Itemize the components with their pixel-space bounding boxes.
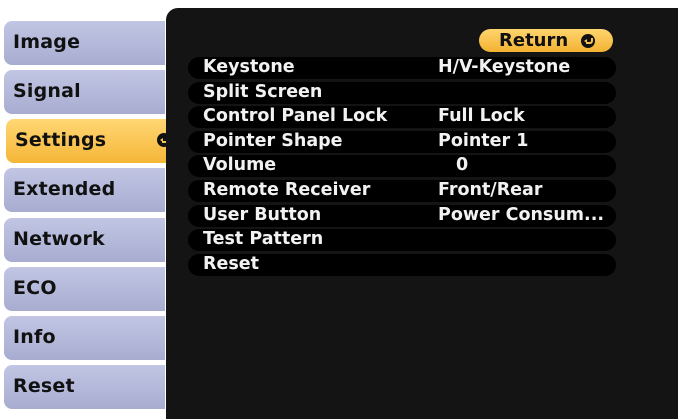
sidebar-item-reset[interactable]: Reset: [4, 365, 165, 409]
sidebar: Image Signal Settings Extended Network E…: [0, 0, 178, 419]
sidebar-item-label: Extended: [13, 178, 116, 200]
sidebar-item-info[interactable]: Info: [4, 316, 165, 360]
settings-item-pointer-shape[interactable]: Pointer Shape Pointer 1: [188, 130, 616, 153]
settings-item-label: Control Panel Lock: [203, 106, 388, 127]
settings-item-keystone[interactable]: Keystone H/V-Keystone: [188, 57, 616, 79]
settings-item-label: Keystone: [203, 57, 295, 77]
sidebar-item-label: Network: [13, 228, 105, 250]
settings-item-value: Pointer 1: [438, 130, 529, 151]
settings-item-remote-receiver[interactable]: Remote Receiver Front/Rear: [188, 180, 616, 202]
settings-item-label: Pointer Shape: [203, 130, 343, 151]
sidebar-item-label: Info: [13, 326, 56, 348]
settings-item-value: Front/Rear: [438, 180, 543, 200]
settings-item-user-button[interactable]: User Button Power Consum...: [188, 204, 616, 227]
settings-item-control-panel-lock[interactable]: Control Panel Lock Full Lock: [188, 106, 616, 129]
settings-item-split-screen[interactable]: Split Screen: [188, 81, 616, 104]
sidebar-item-extended[interactable]: Extended: [4, 168, 165, 212]
sidebar-item-label: Reset: [13, 375, 75, 397]
sidebar-item-eco[interactable]: ECO: [4, 267, 165, 311]
settings-item-test-pattern[interactable]: Test Pattern: [188, 229, 616, 252]
settings-item-volume[interactable]: Volume 0: [188, 155, 616, 178]
settings-item-reset[interactable]: Reset: [188, 253, 616, 276]
projector-settings-menu: Image Signal Settings Extended Network E…: [0, 0, 678, 419]
sidebar-item-image[interactable]: Image: [4, 21, 165, 65]
settings-item-label: Reset: [203, 253, 259, 274]
sidebar-item-label: Image: [13, 31, 81, 53]
sidebar-item-network[interactable]: Network: [4, 218, 165, 262]
enter-arrow-icon: [581, 34, 595, 48]
settings-item-label: Remote Receiver: [203, 180, 371, 200]
sidebar-item-label: ECO: [13, 277, 57, 299]
sidebar-item-signal[interactable]: Signal: [4, 70, 165, 114]
settings-item-label: Volume: [203, 155, 277, 176]
sidebar-item-label: Settings: [15, 129, 107, 151]
sidebar-item-label: Signal: [13, 80, 81, 102]
return-button[interactable]: Return: [479, 29, 613, 52]
sidebar-item-settings[interactable]: Settings: [6, 119, 178, 163]
settings-item-label: Test Pattern: [203, 229, 324, 250]
settings-item-label: Split Screen: [203, 81, 323, 102]
settings-item-value: Full Lock: [438, 106, 525, 127]
return-label: Return: [499, 30, 569, 51]
settings-item-value: Power Consum...: [438, 204, 604, 225]
settings-item-label: User Button: [203, 204, 322, 225]
settings-item-value: 0: [456, 155, 469, 176]
settings-item-value: H/V-Keystone: [438, 57, 571, 77]
